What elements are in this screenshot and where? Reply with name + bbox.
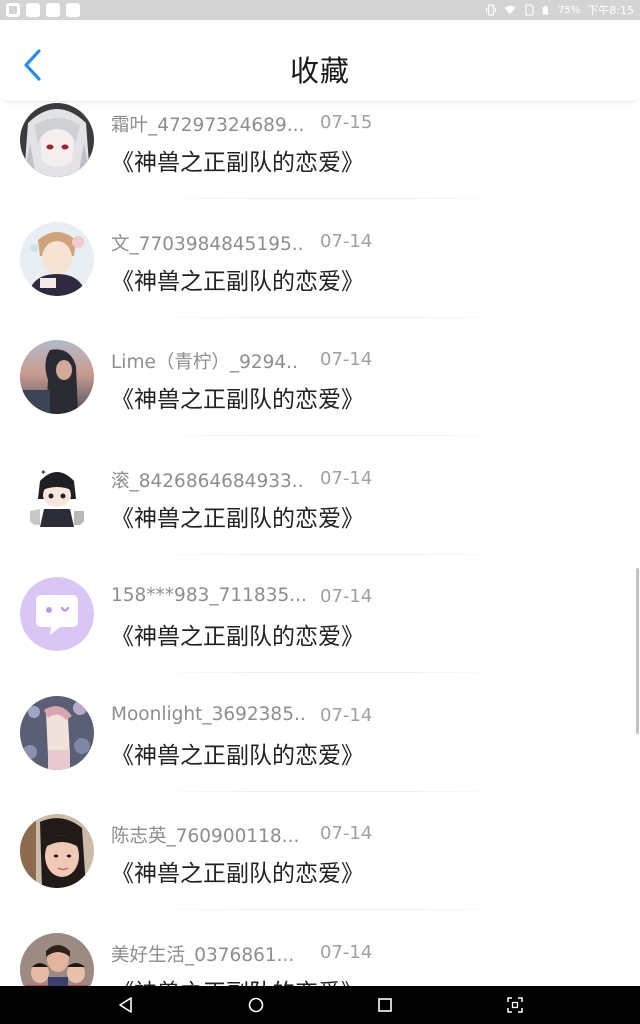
wifi-icon [504, 5, 516, 14]
avatar[interactable] [20, 577, 94, 651]
favorite-date: 07-15 [320, 112, 373, 133]
divider [150, 316, 510, 318]
divider [150, 435, 510, 436]
list-item[interactable]: 霜叶_47297324689... 07-15 《神兽之正副队的恋爱》 [0, 102, 640, 221]
battery-icon [542, 5, 549, 15]
screenshot-icon[interactable] [505, 995, 525, 1015]
notification-icons [6, 3, 80, 17]
avatar[interactable] [20, 103, 94, 177]
avatar[interactable] [20, 340, 94, 414]
sim-card-icon [525, 4, 534, 16]
favorites-list[interactable]: 霜叶_47297324689... 07-15 《神兽之正副队的恋爱》 文_77… [0, 102, 640, 986]
story-title[interactable]: 《神兽之正副队的恋爱》 [111, 736, 364, 770]
page-title: 收藏 [289, 54, 350, 88]
author-name: 美好生活_0376861... [111, 944, 295, 966]
favorite-date: 07-14 [320, 704, 373, 726]
favorite-date: 07-14 [320, 586, 373, 607]
story-title[interactable]: 《神兽之正副队的恋爱》 [111, 973, 364, 987]
chat-bubble-default-avatar-image [20, 577, 94, 651]
favorite-date: 07-14 [320, 467, 373, 489]
chibi-character-avatar-image: ✦ [20, 458, 94, 533]
home-circle-icon[interactable] [246, 995, 266, 1015]
favorite-date: 07-14 [320, 823, 373, 844]
divider [150, 790, 510, 792]
story-title[interactable]: 《神兽之正副队的恋爱》 [111, 854, 364, 888]
avatar[interactable] [20, 932, 94, 986]
floral-girl-avatar-image [20, 695, 94, 770]
clock: 下午8:15 [587, 4, 634, 17]
author-name: 陈志英_760900118... [111, 826, 300, 847]
anime-boy-avatar-image [20, 221, 94, 296]
story-title[interactable]: 《神兽之正副队的恋爱》 [111, 380, 364, 414]
list-item[interactable]: 陈志英_760900118... 07-14 《神兽之正副队的恋爱》 [0, 813, 640, 932]
favorite-date: 07-14 [320, 349, 373, 370]
list-item[interactable]: Moonlight_3692385.. 07-14 《神兽之正副队的恋爱》 [0, 695, 640, 814]
author-name: Lime（青柠）_9294.. [111, 352, 298, 373]
svg-text:✦: ✦ [40, 468, 47, 477]
anime-girl-avatar-image [20, 103, 94, 177]
author-name: 滚_8426864684933.. [111, 470, 304, 492]
avatar[interactable]: ✦ [20, 458, 94, 533]
story-title[interactable]: 《神兽之正副队的恋爱》 [111, 262, 364, 296]
story-title[interactable]: 《神兽之正副队的恋爱》 [111, 499, 364, 533]
system-indicators: 75% 下午8:15 [485, 2, 634, 18]
favorite-date: 07-14 [320, 230, 373, 252]
author-name: 霜叶_47297324689... [111, 115, 305, 136]
divider [150, 909, 510, 910]
author-name: Moonlight_3692385.. [111, 703, 306, 725]
avatar[interactable] [20, 221, 94, 296]
list-item[interactable]: 美好生活_0376861... 07-14 《神兽之正副队的恋爱》 [0, 932, 640, 987]
sunset-girl-avatar-image [20, 340, 94, 414]
favorite-date: 07-14 [320, 941, 373, 963]
back-triangle-icon[interactable] [116, 995, 136, 1015]
app-notification-icon [26, 3, 40, 17]
app-notification-icon [66, 3, 80, 17]
story-title[interactable]: 《神兽之正副队的恋爱》 [111, 617, 364, 651]
avatar[interactable] [20, 695, 94, 770]
selfie-girl-avatar-image [20, 814, 94, 888]
divider [150, 553, 510, 555]
list-item[interactable]: ✦ 滚_8426864684933.. 07-14 《神兽之正副队的恋爱》 [0, 458, 640, 577]
divider [150, 672, 510, 673]
favorites-list-content: 霜叶_47297324689... 07-15 《神兽之正副队的恋爱》 文_77… [0, 102, 640, 986]
vibrate-icon [486, 4, 497, 16]
list-item[interactable]: 文_7703984845195.. 07-14 《神兽之正副队的恋爱》 [0, 221, 640, 340]
author-name: 158***983_711835... [111, 585, 307, 606]
divider [150, 198, 510, 199]
scrollbar[interactable] [636, 568, 639, 734]
story-title[interactable]: 《神兽之正副队的恋爱》 [111, 143, 364, 177]
app-notification-icon [46, 3, 60, 17]
author-name: 文_7703984845195.. [111, 233, 304, 255]
battery-level: 75% [558, 4, 581, 16]
gallery-notification-icon [6, 3, 20, 17]
status-bar: 75% 下午8:15 [0, 0, 640, 20]
avatar[interactable] [20, 814, 94, 888]
recents-square-icon[interactable] [375, 995, 395, 1015]
list-item[interactable]: Lime（青柠）_9294.. 07-14 《神兽之正副队的恋爱》 [0, 339, 640, 458]
app-header: 收藏 [0, 20, 640, 102]
list-item[interactable]: 158***983_711835... 07-14 《神兽之正副队的恋爱》 [0, 576, 640, 695]
system-navigation-bar [0, 986, 640, 1024]
family-photo-avatar-image [20, 932, 94, 986]
